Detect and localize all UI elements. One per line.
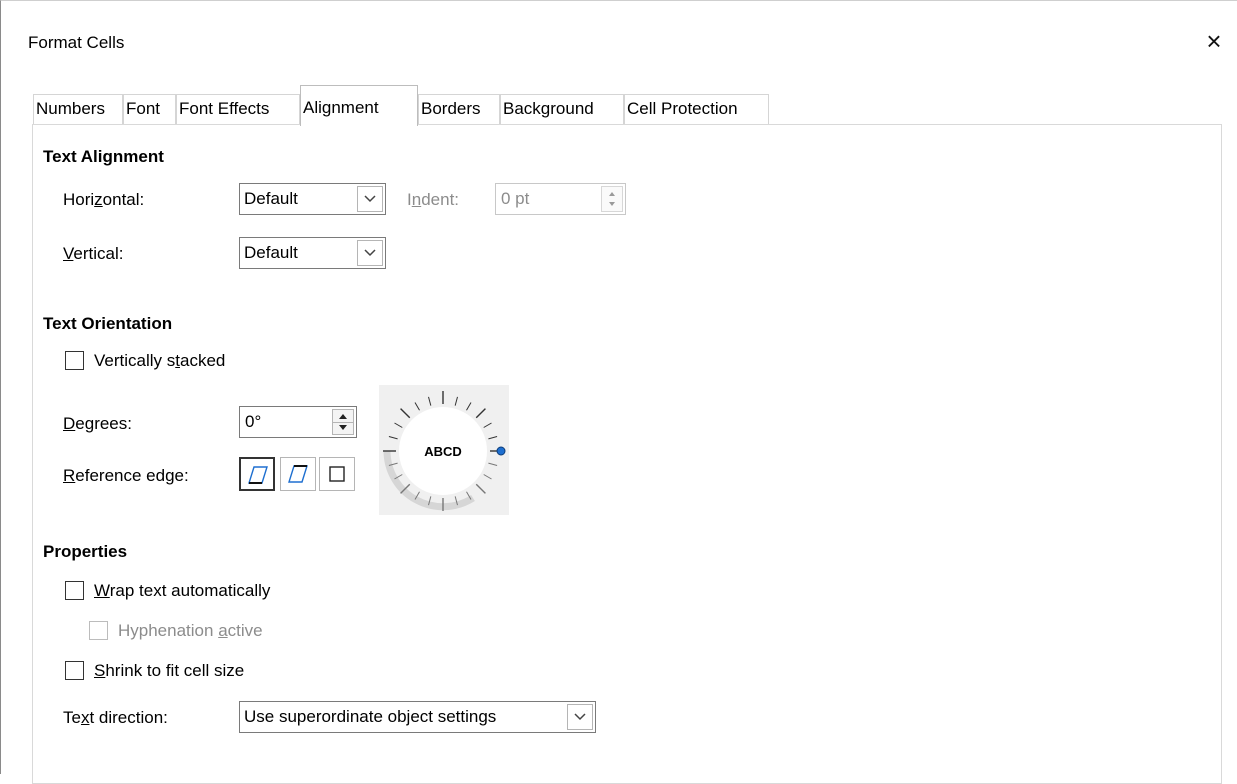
degrees-spinbox[interactable]: 0°	[239, 406, 357, 438]
reference-edge-label: Reference edge:	[63, 466, 189, 485]
reference-edge-top-icon	[288, 465, 308, 483]
horizontal-label: Horizontal:	[63, 190, 145, 209]
alignment-panel	[32, 124, 1222, 784]
shrink-to-fit-label: Shrink to fit cell size	[94, 661, 245, 680]
rotation-dial[interactable]: ABCD	[379, 385, 509, 515]
hyphenation-label: Hyphenation active	[118, 621, 263, 640]
text-direction-select[interactable]: Use superordinate object settings	[239, 701, 596, 733]
chevron-down-icon[interactable]	[567, 704, 593, 730]
spin-up-down-icon[interactable]	[601, 186, 623, 212]
horizontal-select[interactable]: Default	[239, 183, 386, 215]
tab-background[interactable]: Background	[500, 94, 624, 124]
text-orientation-heading: Text Orientation	[43, 314, 173, 333]
degrees-value: 0°	[245, 412, 262, 431]
tab-alignment[interactable]: Alignment	[300, 85, 418, 126]
vertically-stacked-label: Vertically stacked	[94, 351, 226, 370]
text-direction-value: Use superordinate object settings	[244, 707, 497, 726]
properties-heading: Properties	[43, 542, 128, 561]
vertical-select[interactable]: Default	[239, 237, 386, 269]
dial-marker[interactable]	[496, 446, 506, 456]
chevron-down-icon[interactable]	[357, 186, 383, 212]
tab-font-effects[interactable]: Font Effects	[176, 94, 300, 124]
vertical-label: Vertical:	[63, 244, 124, 263]
vertically-stacked-checkbox[interactable]	[65, 351, 84, 370]
indent-label: Indent:	[407, 190, 460, 209]
indent-spinbox[interactable]: 0 pt	[495, 183, 626, 215]
reference-edge-top-button[interactable]	[280, 457, 316, 491]
dialog-window: Format Cells × Numbers Font Font Effects…	[0, 0, 1237, 784]
horizontal-select-value: Default	[244, 189, 298, 208]
reference-edge-bottom-button[interactable]	[239, 457, 275, 491]
reference-edge-inside-button[interactable]	[319, 457, 355, 491]
spin-up-down-icon[interactable]	[332, 409, 354, 435]
chevron-down-icon[interactable]	[357, 240, 383, 266]
dialog-title: Format Cells	[28, 33, 125, 52]
hyphenation-checkbox[interactable]	[89, 621, 108, 640]
dial-text: ABCD	[424, 444, 462, 459]
reference-edge-bottom-icon	[248, 466, 268, 484]
title-bar: Format Cells ×	[2, 2, 1237, 76]
tab-font[interactable]: Font	[123, 94, 176, 124]
tab-cell-protection[interactable]: Cell Protection	[624, 94, 769, 124]
wrap-text-label: Wrap text automatically	[94, 581, 271, 600]
tab-numbers[interactable]: Numbers	[33, 94, 123, 124]
close-icon[interactable]: ×	[1194, 22, 1234, 62]
shrink-to-fit-checkbox[interactable]	[65, 661, 84, 680]
tab-borders[interactable]: Borders	[418, 94, 500, 124]
reference-edge-inside-icon	[329, 466, 345, 482]
text-alignment-heading: Text Alignment	[43, 147, 164, 166]
degrees-label: Degrees:	[63, 414, 132, 433]
indent-value: 0 pt	[501, 189, 530, 208]
vertical-select-value: Default	[244, 243, 298, 262]
text-direction-label: Text direction:	[63, 708, 168, 727]
wrap-text-checkbox[interactable]	[65, 581, 84, 600]
